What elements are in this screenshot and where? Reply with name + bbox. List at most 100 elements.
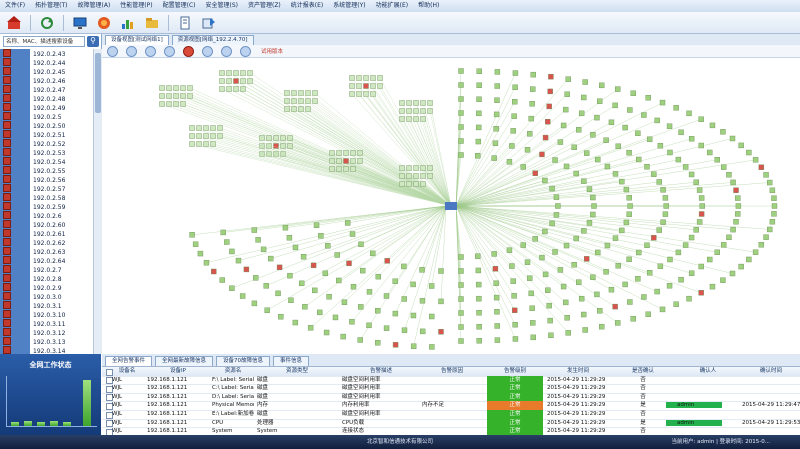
topology-node[interactable] [300,254,307,260]
topology-node[interactable] [180,85,186,91]
topology-node[interactable] [646,136,653,142]
topology-node[interactable] [203,141,209,147]
topology-node[interactable] [420,165,426,171]
topology-node[interactable] [651,235,657,241]
topology-node[interactable] [532,236,538,242]
menu-item[interactable]: 安全管理(S) [200,0,243,12]
topology-node[interactable] [370,83,376,89]
topology-node[interactable] [427,173,433,179]
column-header[interactable]: 确认人 [677,367,739,376]
topology-node[interactable] [476,324,482,330]
topology-node[interactable] [173,101,179,107]
topology-node[interactable] [594,291,600,298]
topology-node[interactable] [363,91,369,97]
topology-node[interactable] [510,278,516,284]
topology-node[interactable] [292,319,299,326]
topology-node[interactable] [598,323,605,330]
scrollbar-thumb[interactable] [95,53,101,113]
topology-node[interactable] [615,143,621,149]
topology-node[interactable] [287,135,293,141]
topology-node[interactable] [571,144,577,150]
topology-node[interactable] [530,334,536,341]
topology-node[interactable] [284,106,290,112]
topology-node[interactable] [420,116,426,122]
topology-node[interactable] [286,235,293,241]
topology-node[interactable] [612,235,619,241]
topology-node[interactable] [682,242,689,248]
topology-node[interactable] [420,173,426,179]
topology-node[interactable] [586,220,593,226]
topology-node[interactable] [552,249,558,255]
topology-node[interactable] [336,150,342,156]
topology-node[interactable] [509,263,515,269]
topology-node[interactable] [726,234,732,241]
topology-node[interactable] [491,251,497,257]
topology-node[interactable] [738,263,744,270]
topology-node[interactable] [350,150,356,156]
topology-node[interactable] [746,256,752,263]
topology-node[interactable] [357,337,363,343]
column-header[interactable]: 发生时间 [547,367,609,376]
menu-item[interactable]: 故障管理(A) [73,0,116,12]
device-list-scrollbar[interactable] [93,49,102,354]
topology-node[interactable] [699,203,705,209]
topology-node[interactable] [494,69,501,75]
topology-node[interactable] [597,308,603,314]
topology-node[interactable] [512,336,519,342]
topology-node[interactable] [326,293,332,300]
monitor-icon[interactable] [72,15,88,31]
topology-node[interactable] [420,100,426,106]
topology-node[interactable] [375,340,381,346]
topology-node[interactable] [180,93,186,99]
topology-node[interactable] [660,187,666,193]
topology-node[interactable] [458,82,464,88]
topology-node[interactable] [686,295,692,302]
topology-node[interactable] [630,316,636,322]
topology-node[interactable] [548,332,554,339]
topology-node[interactable] [666,123,673,129]
topology-node[interactable] [438,329,444,335]
topology-node[interactable] [278,313,284,320]
topology-node[interactable] [307,325,314,331]
topology-node[interactable] [547,317,553,324]
topology-node[interactable] [615,320,621,326]
zoom-out-icon[interactable] [126,45,137,57]
topology-node[interactable] [259,135,265,141]
topology-node[interactable] [506,159,513,165]
topology-node[interactable] [375,307,381,314]
topology-node[interactable] [720,129,726,135]
topology-node[interactable] [458,268,464,274]
topology-node[interactable] [730,179,736,186]
topology-node[interactable] [375,273,382,280]
topology-node[interactable] [276,264,283,271]
topology-node[interactable] [667,256,673,263]
topology-node[interactable] [619,227,625,234]
topology-node[interactable] [282,224,289,231]
topology-node[interactable] [332,314,339,321]
topology-node[interactable] [240,78,246,84]
topology-node[interactable] [644,163,650,170]
topology-node[interactable] [595,249,601,256]
topology-node[interactable] [334,252,340,258]
topology-node[interactable] [226,70,232,76]
topology-node[interactable] [273,135,279,141]
topology-node[interactable] [763,172,769,178]
topology-node[interactable] [458,296,464,302]
topology-node[interactable] [219,70,225,76]
topology-node[interactable] [688,171,695,178]
topology-node[interactable] [251,227,258,233]
topology-node[interactable] [476,310,482,316]
menu-item[interactable]: 文件(F) [0,0,30,12]
topology-node[interactable] [189,133,195,139]
topology-node[interactable] [651,171,657,177]
topology-node[interactable] [399,100,405,106]
topology-node[interactable] [428,283,435,289]
topology-node[interactable] [698,116,704,122]
column-header[interactable]: 告警级别 [487,367,543,376]
topology-node[interactable] [763,234,769,240]
topology-node[interactable] [458,96,464,102]
topology-node[interactable] [458,310,464,316]
topology-node[interactable] [520,164,526,170]
topology-node[interactable] [196,133,202,139]
topology-node[interactable] [476,68,482,74]
